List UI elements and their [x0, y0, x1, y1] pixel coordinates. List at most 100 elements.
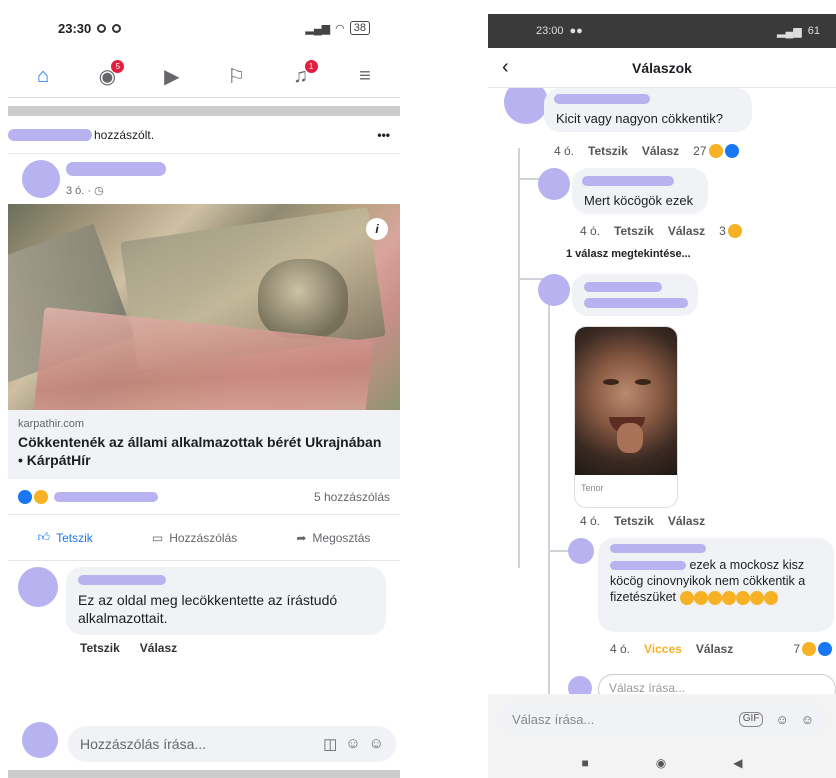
thread-line: [548, 298, 550, 694]
replies-thread: Kicit vagy nagyon cökkentik? 4 ó. Tetszi…: [488, 88, 836, 694]
comment-like-link[interactable]: Tetszik: [614, 514, 654, 528]
avatar[interactable]: [568, 538, 594, 564]
comment-text: Kicit vagy nagyon cökkentik?: [556, 111, 723, 126]
more-options-button[interactable]: •••: [377, 128, 390, 142]
divider: [8, 770, 400, 778]
redacted-name: [610, 544, 706, 553]
sticker-icon[interactable]: ☺: [345, 735, 360, 753]
globe-icon: ◷: [94, 185, 104, 197]
comment-placeholder: Hozzászólás írása...: [80, 736, 207, 752]
menu-icon[interactable]: ≡: [352, 64, 378, 90]
signal-icon: ▂▄▆: [305, 22, 331, 35]
emoji-icon[interactable]: ☺: [801, 712, 814, 727]
reaction-label[interactable]: Vicces: [644, 642, 682, 656]
battery-level: 61: [807, 24, 820, 37]
page-title: Válaszok: [632, 59, 692, 76]
back-arrow-icon[interactable]: ‹: [502, 56, 509, 79]
reaction-count[interactable]: 3: [719, 224, 742, 238]
view-more-replies-link[interactable]: 1 válasz megtekintése...: [566, 248, 691, 260]
right-screenshot: 23:00 ●● ▂▄▆ 61 ‹ Válaszok Kicit vagy nagy…: [488, 14, 836, 778]
redacted-mention: [610, 561, 686, 571]
wifi-icon: ◠: [335, 22, 345, 35]
share-button[interactable]: ➦ Megosztás: [296, 531, 370, 545]
like-reaction-icon: [18, 489, 32, 504]
system-nav-bar: ■ ◉ ◀: [488, 748, 836, 778]
back-triangle-icon[interactable]: ◀: [733, 756, 742, 770]
bell-icon[interactable]: ♫ 1: [288, 59, 318, 90]
compose-placeholder: Válasz írása...: [512, 711, 595, 727]
avatar[interactable]: [538, 274, 570, 306]
avatar[interactable]: [22, 160, 60, 198]
comment-meta: Tetszik Válasz: [80, 641, 177, 655]
thread-line: [518, 148, 520, 568]
comment-count[interactable]: 5 hozzászólás: [314, 490, 390, 504]
reply-input[interactable]: Válasz írása...: [598, 674, 836, 694]
redacted-names: [54, 491, 158, 502]
comment-age: 4 ó.: [580, 514, 601, 528]
like-button[interactable]: 👍︎ Tetszik: [38, 530, 93, 545]
notification-icon: [112, 23, 122, 33]
avatar[interactable]: [538, 168, 570, 200]
redacted-name: [8, 128, 92, 141]
comment-bubble: Kicit vagy nagyon cökkentik?: [544, 88, 752, 132]
comment-meta: 4 ó. Tetszik Válasz 3: [580, 224, 742, 238]
left-screenshot: 23:30 ▂▄▆ ◠ 38 ⌂ ◉ 5 ▶ ⚐ ♫ 1 ≡ hozzászólt. •…: [8, 0, 400, 778]
home-circle-icon[interactable]: ◉: [656, 756, 666, 770]
avatar: [568, 676, 592, 694]
comment-reply-link[interactable]: Válasz: [696, 642, 733, 656]
reply-bubble: ezek a mockosz kisz köcög cinovnyikok ne…: [598, 538, 834, 632]
emoji-icon[interactable]: ☺: [369, 735, 384, 753]
comment-button[interactable]: ▭ Hozzászólás: [152, 531, 237, 545]
redacted-name: [554, 94, 650, 104]
battery-level: 38: [349, 21, 370, 35]
comment-reply-link[interactable]: Válasz: [642, 144, 679, 158]
status-time: 23:30: [58, 20, 92, 36]
comment-like-link[interactable]: Tetszik: [614, 224, 654, 238]
video-icon[interactable]: ▶: [159, 64, 185, 90]
camera-icon[interactable]: ◫: [323, 735, 337, 753]
previous-post-cut: [8, 98, 400, 116]
avatar[interactable]: [504, 88, 548, 124]
thumbs-up-icon: 👍︎: [37, 530, 51, 544]
link-preview[interactable]: karpathir.com Cökkentenék az állami alka…: [8, 410, 400, 479]
comment-reply-link[interactable]: Válasz: [668, 224, 705, 238]
haha-reaction-icon: [34, 489, 48, 504]
comment-like-link[interactable]: Tetszik: [588, 144, 628, 158]
post-timestamp: 3 ó. · ◷: [66, 185, 104, 197]
top-nav: ⌂ ◉ 5 ▶ ⚐ ♫ 1 ≡: [8, 56, 400, 98]
reactions-bar: 5 hozzászólás: [8, 479, 400, 515]
recents-square-icon[interactable]: ■: [582, 756, 589, 770]
comment-like-link[interactable]: Tetszik: [80, 641, 120, 655]
haha-reaction-icon: [708, 144, 723, 158]
gif-button[interactable]: GIF: [738, 711, 764, 727]
notification-icon: [97, 23, 107, 33]
redacted-name: [78, 575, 166, 585]
home-icon[interactable]: ⌂: [30, 64, 56, 90]
status-time: 23:00: [536, 25, 564, 37]
link-source: karpathir.com: [18, 418, 85, 430]
comment-meta: 4 ó. Tetszik Válasz: [580, 514, 705, 528]
post-actions: 👍︎ Tetszik ▭ Hozzászólás ➦ Megosztás: [8, 515, 400, 561]
redacted-text: [584, 298, 688, 308]
avatar[interactable]: [18, 567, 58, 607]
comment-reply-link[interactable]: Válasz: [668, 514, 705, 528]
signal-icon: ▂▄▆: [777, 25, 802, 38]
avatar: [22, 722, 58, 758]
reaction-count[interactable]: 7: [793, 642, 832, 656]
pages-flag-icon[interactable]: ⚐: [223, 64, 249, 90]
reply-bubble: Mert köcögök ezek: [572, 168, 708, 214]
comment-input[interactable]: Hozzászólás írása... ◫ ☺ ☺: [68, 726, 396, 762]
reaction-count[interactable]: 27: [693, 144, 739, 158]
activity-header: hozzászólt. •••: [8, 116, 400, 154]
comment-reply-link[interactable]: Válasz: [140, 641, 177, 655]
like-reaction-icon: [818, 642, 832, 656]
link-image[interactable]: i: [8, 204, 400, 410]
groups-icon[interactable]: ◉ 5: [94, 59, 125, 90]
redacted-name: [582, 176, 674, 186]
share-icon: ➦: [296, 530, 307, 545]
reply-compose-input[interactable]: Válasz írása... GIF ☺ ☺: [500, 702, 826, 736]
info-icon[interactable]: i: [366, 218, 388, 240]
sticker-icon[interactable]: ☺: [775, 712, 788, 727]
gif-attachment[interactable]: Tenor: [574, 326, 678, 508]
haha-reaction-icon: [802, 642, 816, 656]
